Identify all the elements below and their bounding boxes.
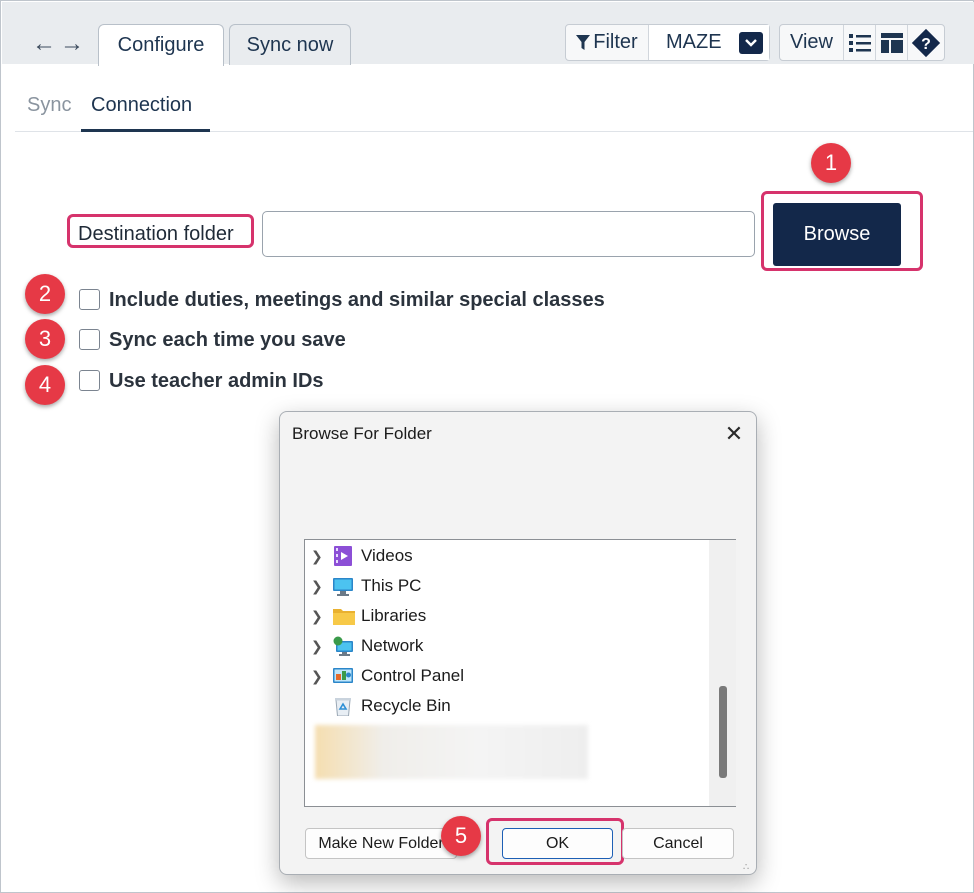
tree-item-label: This PC <box>361 576 422 595</box>
back-arrow-icon[interactable]: ← <box>32 32 56 56</box>
tree-scrollbar-thumb[interactable] <box>719 686 727 778</box>
layout-view-icon[interactable] <box>876 25 908 60</box>
include-duties-checkbox[interactable] <box>79 289 100 310</box>
browse-for-folder-dialog: Browse For Folder ✕ ❯ Videos ❯ This PC ❯… <box>279 411 757 875</box>
tree-item-label: Network <box>361 636 424 655</box>
view-label: View <box>790 31 833 53</box>
help-icon[interactable]: ? <box>908 25 944 60</box>
videos-folder-icon <box>334 546 352 566</box>
tab-configure-label: Configure <box>117 34 205 56</box>
computer-icon <box>333 578 353 596</box>
include-duties-label: Include duties, meetings and similar spe… <box>109 289 605 311</box>
teacher-admin-ids-label: Use teacher admin IDs <box>109 370 324 392</box>
tree-item-this-pc[interactable]: ❯ This PC <box>305 571 709 601</box>
tree-item-libraries[interactable]: ❯ Libraries <box>305 601 709 631</box>
subtab-sync[interactable]: Sync <box>27 94 71 117</box>
tree-item-videos[interactable]: ❯ Videos <box>305 541 709 571</box>
filter-select[interactable]: MAZE <box>649 25 769 60</box>
callout-badge-3: 3 <box>25 319 65 359</box>
sync-on-save-checkbox[interactable] <box>79 329 100 350</box>
tree-item-network[interactable]: ❯ Network <box>305 631 709 661</box>
callout-badge-1: 1 <box>811 143 851 183</box>
tree-item-control-panel[interactable]: ❯ Control Panel <box>305 661 709 691</box>
ok-button[interactable]: OK <box>502 828 613 859</box>
tab-sync-now-label: Sync now <box>246 33 334 56</box>
active-subtab-indicator <box>81 129 210 132</box>
destination-folder-input[interactable] <box>262 211 755 257</box>
filter-icon <box>576 34 591 50</box>
filter-group: Filter MAZE <box>565 24 770 61</box>
tree-scrollbar[interactable] <box>709 540 736 806</box>
forward-arrow-icon[interactable]: → <box>60 32 84 56</box>
top-toolbar: ← → Configure Sync now Filter MAZE View … <box>2 2 974 66</box>
browse-button[interactable]: Browse <box>773 203 901 266</box>
view-group: View ? <box>779 24 945 61</box>
list-view-icon[interactable] <box>844 25 876 60</box>
filter-button[interactable]: Filter <box>566 25 649 60</box>
callout-badge-5: 5 <box>441 816 481 856</box>
view-button[interactable]: View <box>780 25 844 60</box>
dialog-title: Browse For Folder <box>292 424 432 443</box>
filter-value: MAZE <box>666 31 722 53</box>
close-icon[interactable]: ✕ <box>720 420 748 448</box>
tree-item-label: Recycle Bin <box>361 696 451 715</box>
chevron-right-icon[interactable]: ❯ <box>311 578 323 595</box>
chevron-down-icon <box>739 32 763 54</box>
network-icon <box>333 636 353 656</box>
callout-badge-4: 4 <box>25 365 65 405</box>
cancel-button[interactable]: Cancel <box>622 828 734 859</box>
chevron-right-icon[interactable]: ❯ <box>311 608 323 625</box>
cancel-button-label: Cancel <box>653 834 703 852</box>
browse-button-label: Browse <box>803 223 871 245</box>
recycle-bin-icon <box>335 698 351 716</box>
libraries-folder-icon <box>333 609 355 625</box>
filter-label: Filter <box>593 31 638 53</box>
chevron-right-icon[interactable]: ❯ <box>311 548 323 565</box>
resize-grip-icon[interactable]: ∴ <box>743 862 749 873</box>
control-panel-icon <box>333 668 353 683</box>
teacher-admin-ids-checkbox[interactable] <box>79 370 100 391</box>
tree-item-label: Control Panel <box>361 666 465 685</box>
subtab-bar: Sync Connection <box>15 64 973 132</box>
ok-button-label: OK <box>545 834 570 852</box>
chevron-right-icon[interactable]: ❯ <box>311 638 323 655</box>
make-new-folder-label: Make New Folder <box>318 834 444 852</box>
tab-configure[interactable]: Configure <box>98 24 224 66</box>
folder-tree: ❯ Videos ❯ This PC ❯ Libraries ❯ Network… <box>304 539 736 807</box>
app-window: ← → Configure Sync now Filter MAZE View … <box>0 0 974 893</box>
tree-item-recycle-bin[interactable]: Recycle Bin <box>305 691 709 721</box>
subtab-connection[interactable]: Connection <box>91 94 192 117</box>
redacted-item <box>315 725 588 779</box>
destination-folder-label: Destination folder <box>78 223 234 245</box>
svg-text:?: ? <box>921 36 931 53</box>
make-new-folder-button[interactable]: Make New Folder <box>305 828 457 859</box>
tree-item-label: Libraries <box>361 606 427 625</box>
tab-sync-now[interactable]: Sync now <box>229 24 351 65</box>
callout-badge-2: 2 <box>25 274 65 314</box>
sync-on-save-label: Sync each time you save <box>109 329 346 351</box>
chevron-right-icon[interactable]: ❯ <box>311 668 323 685</box>
tree-item-label: Videos <box>361 546 413 565</box>
